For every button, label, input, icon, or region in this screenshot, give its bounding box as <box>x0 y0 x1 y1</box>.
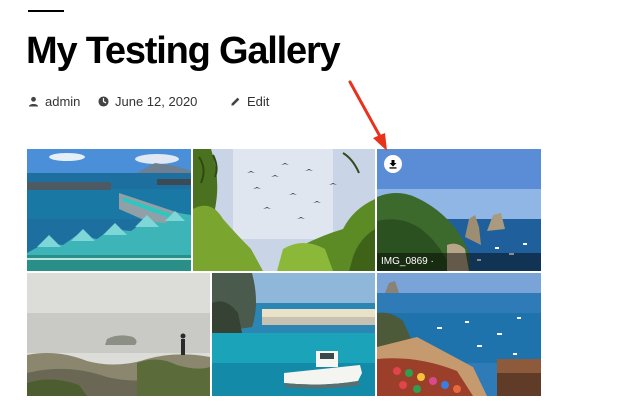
gallery-grid: IMG_0869 · <box>27 149 541 396</box>
annotation-arrow <box>348 80 387 151</box>
download-button[interactable] <box>384 155 402 173</box>
gallery-image-coast[interactable]: IMG_0869 · <box>377 149 541 271</box>
pencil-icon <box>231 97 240 106</box>
title-rule <box>28 10 64 12</box>
gallery-image-trees-birds[interactable] <box>193 149 375 271</box>
post-author[interactable]: admin <box>28 92 80 110</box>
date-link[interactable]: June 12, 2020 <box>115 94 197 109</box>
download-icon <box>389 160 397 169</box>
author-link[interactable]: admin <box>45 94 80 109</box>
user-icon <box>28 96 39 107</box>
gallery-image-bay[interactable] <box>377 273 541 396</box>
post-date[interactable]: June 12, 2020 <box>98 92 197 110</box>
post-edit[interactable]: Edit <box>230 92 269 110</box>
post-title: My Testing Gallery <box>26 30 341 72</box>
post-meta: admin June 12, 2020 Edit <box>28 92 328 110</box>
gallery-image-hazy-coast[interactable] <box>27 273 210 396</box>
gallery-image-harbor-huts[interactable] <box>27 149 191 271</box>
gallery-image-boat[interactable] <box>212 273 375 396</box>
image-caption: IMG_0869 · <box>377 253 541 271</box>
edit-link[interactable]: Edit <box>247 94 269 109</box>
clock-icon <box>98 95 109 107</box>
